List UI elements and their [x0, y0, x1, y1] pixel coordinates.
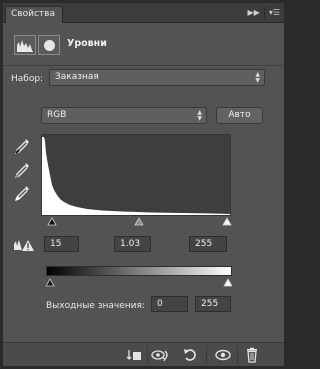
bottom-toolbar [3, 342, 284, 366]
tab-bar-controls: ▶▶ ▾☰ [248, 6, 280, 20]
double-arrow-right-icon[interactable]: ▶▶ [248, 6, 260, 20]
divider [237, 346, 238, 364]
divider [3, 65, 284, 66]
output-gradient [46, 266, 232, 276]
input-white-field[interactable]: 255 [189, 236, 227, 252]
eyedropper-black-icon[interactable] [13, 137, 31, 155]
eyedropper-white-icon[interactable] [13, 184, 31, 202]
input-black-field[interactable]: 15 [44, 236, 79, 252]
eye-icon[interactable] [213, 347, 233, 363]
eyedropper-gray-icon[interactable] [13, 161, 31, 179]
gamma-handle [134, 217, 144, 226]
output-levels-slider[interactable] [45, 277, 233, 287]
tab-properties[interactable]: Свойства [5, 6, 63, 23]
input-levels-slider[interactable] [46, 216, 232, 226]
panel-tab-bar: Свойства ▶▶ ▾☰ [3, 3, 284, 23]
clip-to-layer-icon[interactable] [124, 347, 144, 363]
white-point-handle [222, 217, 232, 226]
divider [147, 346, 148, 364]
preset-select[interactable]: Заказная ▲ ▼ [49, 69, 265, 86]
trash-icon[interactable] [242, 347, 262, 363]
levels-histogram-icon[interactable] [14, 35, 36, 55]
chevron-updown-icon: ▲ ▼ [255, 70, 260, 84]
output-black-handle [45, 278, 55, 287]
auto-button[interactable]: Авто [216, 107, 263, 124]
panel-title: Уровни [67, 38, 107, 49]
input-gamma-field[interactable]: 1.03 [114, 236, 151, 252]
adjustment-header: Уровни [3, 23, 284, 67]
divider [206, 346, 207, 364]
clipping-warning-icon[interactable] [13, 238, 35, 252]
output-label: Выходные значения: [46, 301, 145, 311]
output-white-handle [223, 278, 233, 287]
preset-value: Заказная [55, 72, 99, 82]
menu-icon[interactable]: ▾☰ [269, 6, 280, 20]
histogram [41, 134, 231, 216]
output-black-field[interactable]: 0 [151, 296, 188, 312]
channel-select[interactable]: RGB ▲ ▼ [41, 107, 207, 124]
properties-panel: Свойства ▶▶ ▾☰ Уровни Набор: Заказная ▲ ▼… [2, 2, 285, 367]
preset-label: Набор: [11, 74, 44, 84]
output-white-field[interactable]: 255 [195, 296, 231, 312]
mask-dot [44, 40, 55, 51]
divider [263, 7, 265, 19]
channel-value: RGB [47, 110, 67, 120]
histogram-graph [42, 137, 230, 215]
reset-icon[interactable] [181, 347, 201, 363]
chevron-updown-icon: ▲ ▼ [197, 108, 202, 122]
black-point-handle [47, 217, 57, 226]
layer-mask-icon[interactable] [38, 35, 60, 55]
view-previous-state-icon[interactable] [151, 347, 171, 363]
